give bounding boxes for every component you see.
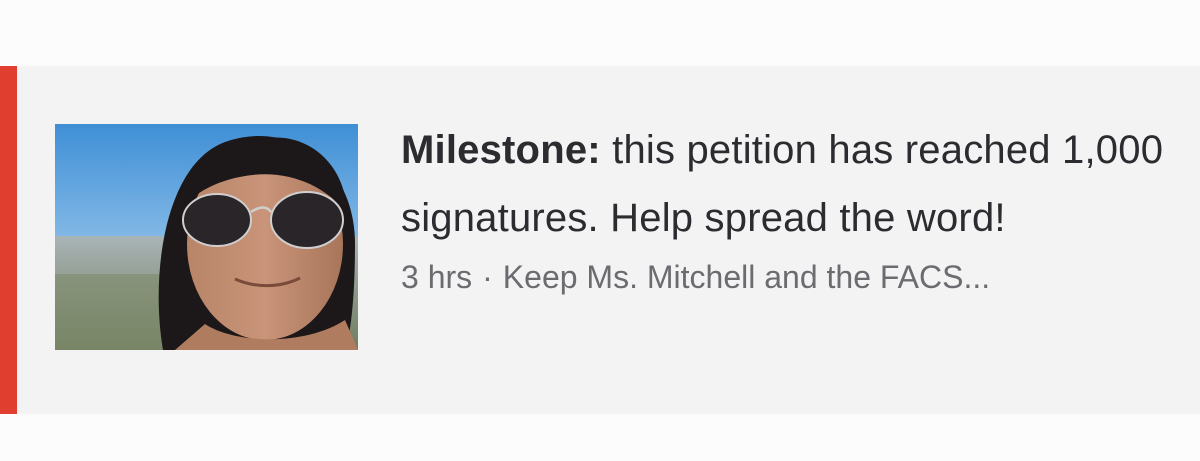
update-timestamp: 3 hrs: [401, 259, 473, 295]
milestone-accent-bar: [0, 66, 17, 414]
update-headline[interactable]: Milestone: this petition has reached 1,0…: [401, 116, 1171, 252]
petition-update-card[interactable]: Milestone: this petition has reached 1,0…: [0, 66, 1200, 414]
petition-title-link[interactable]: Keep Ms. Mitchell and the FACS...: [503, 259, 990, 295]
update-meta: 3 hrs · Keep Ms. Mitchell and the FACS...: [401, 254, 1171, 300]
update-content[interactable]: Milestone: this petition has reached 1,0…: [401, 116, 1171, 300]
petition-starter-photo: [55, 124, 358, 350]
milestone-label: Milestone:: [401, 128, 601, 172]
meta-separator: ·: [482, 259, 493, 295]
